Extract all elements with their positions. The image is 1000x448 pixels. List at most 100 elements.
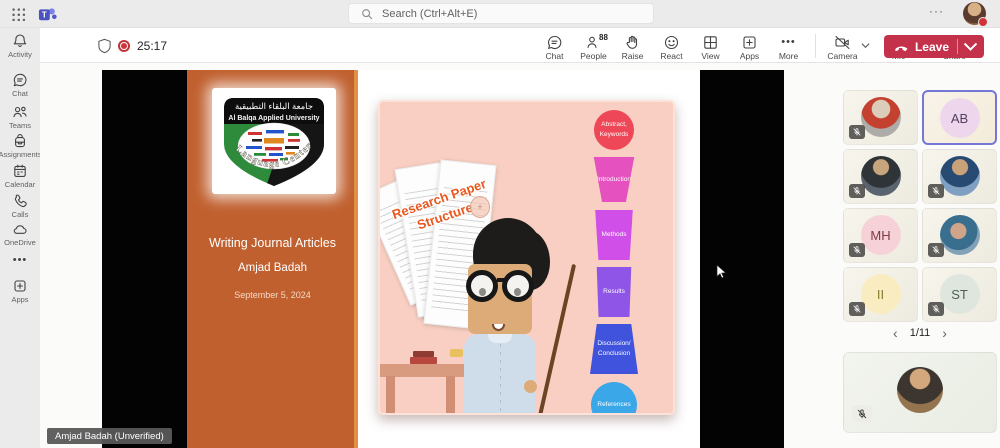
sidebar-item-calendar[interactable]: Calendar [0,163,40,189]
pagination-prev-icon[interactable]: ‹ [893,328,898,339]
pagination-label: 1/11 [910,327,931,339]
mic-muted-icon [928,243,944,257]
funnel-abstract: Abstract,Keywords [594,110,634,150]
participant-avatar [861,156,901,196]
participant-tile-active[interactable]: AB [922,90,997,145]
raise-hand-icon [624,34,641,51]
ellipsis-icon: ••• [781,34,796,51]
raise-hand-button[interactable]: Raise [614,31,651,61]
camera-options-chevron-icon[interactable] [861,41,870,50]
sidebar-item-onedrive[interactable]: OneDrive [0,221,40,247]
book [410,357,437,364]
camera-button[interactable]: Camera [824,31,861,61]
leave-divider [957,39,958,54]
security-shield-icon [97,38,112,54]
participant-tile-spotlight[interactable] [843,352,997,433]
mouse-cursor [716,265,727,280]
glasses-lens [502,270,534,302]
character-eye [479,288,486,296]
funnel-methods: Methods [594,210,634,260]
sidebar-item-activity[interactable]: Activity [0,33,40,59]
more-button[interactable]: ••• More [770,31,807,61]
mic-muted-icon [849,243,865,257]
sidebar-item-chat[interactable]: Chat [0,72,40,98]
people-count-badge: 88 [599,33,608,42]
app-launcher-icon[interactable] [11,7,25,21]
search-placeholder: Search (Ctrl+Alt+E) [382,8,477,20]
leave-options-chevron-icon[interactable] [963,39,978,54]
participant-tile[interactable] [922,208,997,263]
meeting-stage: جامعة البلقاء التطبيقية Al Balqa Applied… [40,63,1000,448]
svg-text:T: T [42,11,47,20]
more-icon: ••• [13,254,28,266]
search-icon [361,8,373,20]
sidebar-item-assignments[interactable]: Assignments [0,133,40,159]
teams-meeting-window: T Search (Ctrl+Alt+E) ··· Activity Chat … [0,0,1000,448]
people-button[interactable]: 88 People [575,31,612,61]
mic-muted-icon [849,125,865,139]
calendar-icon [12,163,28,179]
people-icon [12,104,28,120]
sidebar-item-teams[interactable]: Teams [0,104,40,130]
funnel-discussion: Discussion/Conclusion [590,324,638,374]
logo-arabic-text: جامعة البلقاء التطبيقية [235,101,313,111]
meeting-timer: 25:17 [137,39,167,53]
participants-pagination: ‹ 1/11 › [843,327,997,339]
participant-tile[interactable]: ST [922,267,997,322]
sidebar-item-apps[interactable]: Apps [0,278,40,304]
share-black-bar-right [700,70,784,448]
titlebar-more-button[interactable]: ··· [929,4,944,18]
apps-icon [12,278,28,294]
chat-icon [12,72,28,88]
character-collar [488,334,512,343]
decor-circle: + [470,196,490,218]
phone-icon [12,193,28,209]
participant-avatar [861,97,901,137]
apps-plus-icon [741,34,758,51]
view-button[interactable]: View [692,31,729,61]
presence-busy-badge [978,17,988,27]
share-black-bar-left [102,70,187,448]
pagination-next-icon[interactable]: › [942,328,947,339]
leave-button[interactable]: Leave [884,35,984,58]
participant-tile[interactable] [843,149,918,204]
teams-logo-icon[interactable]: T [38,5,57,24]
sidebar-item-more[interactable]: ••• [0,254,40,266]
funnel-references: References [591,382,637,415]
participant-tile[interactable] [843,90,918,145]
participant-tile[interactable]: MH [843,208,918,263]
user-avatar[interactable] [963,2,986,25]
participant-tile[interactable]: II [843,267,918,322]
participant-initials-avatar: II [861,274,901,314]
recording-indicator [118,40,130,52]
grid-view-icon [702,34,719,51]
meeting-toolbar: 25:17 Chat 88 People Raise React View [40,28,1000,63]
participant-avatar [940,156,980,196]
presenter-name-label: Amjad Badah (Unverified) [47,428,172,444]
bell-icon [12,33,28,49]
camera-off-icon [834,34,851,51]
mic-muted-icon [928,302,944,316]
participant-initials-avatar: AB [940,98,980,138]
sidebar-item-calls[interactable]: Calls [0,193,40,219]
funnel-results: Results [596,267,632,317]
react-button[interactable]: React [653,31,690,61]
participant-avatar [897,367,943,413]
app-rail: Activity Chat Teams Assignments Calendar… [0,28,40,448]
mic-muted-icon [849,184,865,198]
funnel-introduction: Introduction [591,157,637,202]
desk-leg [386,376,395,415]
university-logo: جامعة البلقاء التطبيقية Al Balqa Applied… [212,88,336,194]
slide-date: September 5, 2024 [187,290,358,300]
chat-button[interactable]: Chat [536,31,573,61]
apps-button[interactable]: Apps [731,31,768,61]
cloud-icon [12,221,28,237]
toolbar-divider [815,34,816,58]
character-eye [514,288,521,296]
participant-tile[interactable] [922,149,997,204]
search-input[interactable]: Search (Ctrl+Alt+E) [348,3,654,24]
slide-author: Amjad Badah [187,262,358,274]
backpack-icon [12,133,28,149]
participant-avatar [940,215,980,255]
mic-muted-icon [849,302,865,316]
